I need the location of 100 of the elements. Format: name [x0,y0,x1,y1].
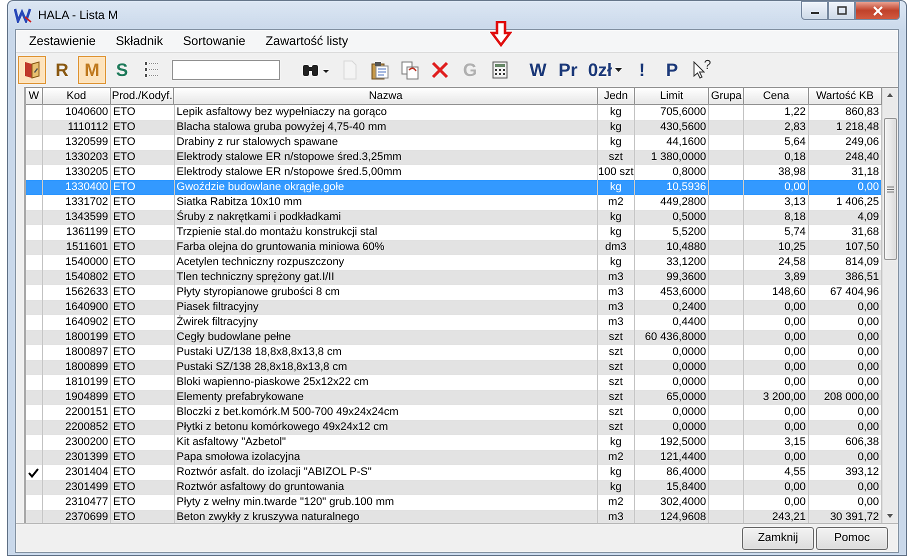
toolbar-letter-button[interactable]: Pr [554,56,582,84]
toolbar-letter-button[interactable]: W [524,56,552,84]
help-pointer-button[interactable]: ? [688,56,716,84]
menu-item[interactable]: Zestawienie [20,34,107,48]
table-cell: 0,00 [858,330,879,345]
table-cell: Elektrody stalowe ER n/stopowe śred.5,00mm [176,165,402,180]
table-cell: ETO [113,420,136,435]
table-cell: 0,5000 [672,210,706,225]
search-field[interactable] [172,60,280,80]
close-icon [872,6,884,16]
toolbar-letter-button[interactable]: S [108,56,136,84]
table-cell: 1800897 [65,345,108,360]
table-cell: Śruby z nakrętkami i podkładkami [176,210,342,225]
table-cell: ETO [113,210,136,225]
column-header[interactable]: Grupa [709,88,744,104]
table-cell: szt [608,150,623,165]
table-row[interactable]: 1800199 ETO Cegły budowlane pełne szt 60 436,8000 0,00 0,00 [26,330,882,345]
table-cell: 3,13 [784,195,806,210]
table-cell: Płyty z wełny min.twarde "120" grub.100 mm [176,495,394,510]
table-cell: 0,00 [858,405,879,420]
table-cell: szt [608,330,623,345]
table-cell: 0,0000 [672,420,706,435]
table-cell: szt [608,375,623,390]
table-cell: 705,6000 [660,105,706,120]
table-row[interactable]: 2200852 ETO Płytki z betonu komórkowego 49x24x12 cm szt 0,0000 0,00 0,00 [26,420,882,435]
table-cell: Żwirek filtracyjny [176,315,258,330]
dialog-button[interactable]: Pomoc [816,526,888,550]
table-cell: Cegły budowlane pełne [176,330,291,345]
table-row[interactable]: 1800899 ETO Pustaki SZ/138 28,8x18,8x13,8 cm szt 0,0000 0,00 0,00 [26,360,882,375]
toolbar-letter-button[interactable]: P [658,56,686,84]
minimize-button[interactable] [801,1,828,20]
table-row[interactable]: 1110112 ETO Blacha stalowa gruba powyżej 4,75-40 mm kg 430,5600 2,83 1 218,48 [26,120,882,135]
table-row[interactable]: 2301499 ETO Roztwór asfaltowy do gruntowania kg 15,8400 0,00 0,00 [26,480,882,495]
table-cell: m3 [608,270,624,285]
book-icon [22,60,42,80]
table-cell: 33,1200 [666,255,706,270]
table-cell: 1640900 [65,300,108,315]
column-header[interactable]: Kod [42,88,111,104]
table-row[interactable]: 2301399 ETO Papa smołowa izolacyjna m2 121,4400 0,00 0,00 [26,450,882,465]
menu-item[interactable]: Zawartość listy [256,34,360,48]
column-header[interactable]: Nazwa [174,88,598,104]
table-cell: Bloki wapienno-piaskowe 25x12x22 cm [176,375,369,390]
table-row[interactable]: 1330203 ETO Elektrody stalowe ER n/stopowe śred.3,25mm szt 1 380,0000 0,18 248,40 [26,150,882,165]
table-cell: Płyty styropianowe grubości 8 cm [176,285,340,300]
numbered-list-icon [144,60,160,80]
maximize-button[interactable] [828,1,855,20]
toolbar-letter-button[interactable]: R [48,56,76,84]
table-row[interactable]: 2370699 ETO Beton zwykły z kruszywa naturalnego m3 124,9608 243,21 30 391,72 [26,510,882,523]
table-cell: Lepik asfaltowy bez wypełniaczy na gorąco [176,105,387,120]
table-cell: 814,09 [845,255,879,270]
table-cell: m2 [608,495,624,510]
table-cell: ETO [113,195,136,210]
table-cell: 0,00 [784,180,806,195]
table-cell: 0,00 [858,315,879,330]
table-cell: 0,00 [858,360,879,375]
column-header[interactable]: Limit [635,88,710,104]
table-cell: 0,00 [784,495,806,510]
menu-item[interactable]: Sortowanie [174,34,256,48]
column-header[interactable]: Prod./Kodyf. [110,88,174,104]
table-cell: ETO [113,465,136,480]
table-cell: 10,25 [778,240,806,255]
table-cell: 302,4000 [660,495,706,510]
menu-item[interactable]: Składnik [106,34,174,48]
table-cell: 65,0000 [666,390,706,405]
logo-icon [14,7,32,23]
table-cell: 1330400 [65,180,108,195]
table-cell: ETO [113,255,136,270]
table-cell: 1320599 [65,135,108,150]
table-cell: szt [608,390,623,405]
table-cell: 249,06 [845,135,879,150]
column-header[interactable]: Jedn [598,88,636,104]
table-cell: 1361199 [66,225,108,240]
toolbar-letter-button[interactable]: ! [628,56,656,84]
table-row[interactable]: 1640900 ETO Piasek filtracyjny m3 0,2400 0,00 0,00 [26,300,882,315]
dialog-button[interactable]: Zamknij [742,526,814,550]
table-row[interactable]: 1904899 ETO Elementy prefabrykowane szt 65,0000 3 200,00 208 000,00 [26,390,882,405]
table-row[interactable]: 1511601 ETO Farba olejna do gruntowania miniowa 60% dm3 10,4880 10,25 107,50 [26,240,882,255]
column-header[interactable]: Cena [744,88,809,104]
table-cell: 0,00 [784,420,806,435]
table-cell: 1343599 [65,210,108,225]
table-row[interactable]: 2301404 ETO Roztwór asfalt. do izolacji "ABIZOL P-S" kg 86,4000 4,55 393,12 [26,465,882,480]
table-cell: Blacha stalowa gruba powyżej 4,75-40 mm [176,120,386,135]
table-cell: 1 406,25 [836,195,879,210]
table-cell: 8,18 [784,210,806,225]
table-row[interactable]: 1540802 ETO Tlen techniczny sprężony gat.I/II m3 99,3600 3,89 386,51 [26,270,882,285]
table-cell: 0,8000 [672,165,706,180]
table-row[interactable]: 1343599 ETO Śruby z nakrętkami i podkładkami kg 0,5000 8,18 4,09 [26,210,882,225]
table-cell: 5,74 [784,225,806,240]
table-cell: 0,00 [858,300,879,315]
table-cell: kg [610,480,622,495]
table-cell: Roztwór asfaltowy do gruntowania [176,480,344,495]
close-button[interactable] [855,1,900,20]
book-icon-button[interactable] [18,56,46,84]
toolbar-letter-button[interactable]: 0zł [584,56,626,84]
scrollbar[interactable] [882,88,898,523]
clipboard-icon [370,60,390,80]
table-cell: kg [610,180,622,195]
scroll-thumb[interactable] [884,118,897,260]
table-cell: 0,4400 [672,315,706,330]
column-header[interactable]: W [26,88,43,104]
